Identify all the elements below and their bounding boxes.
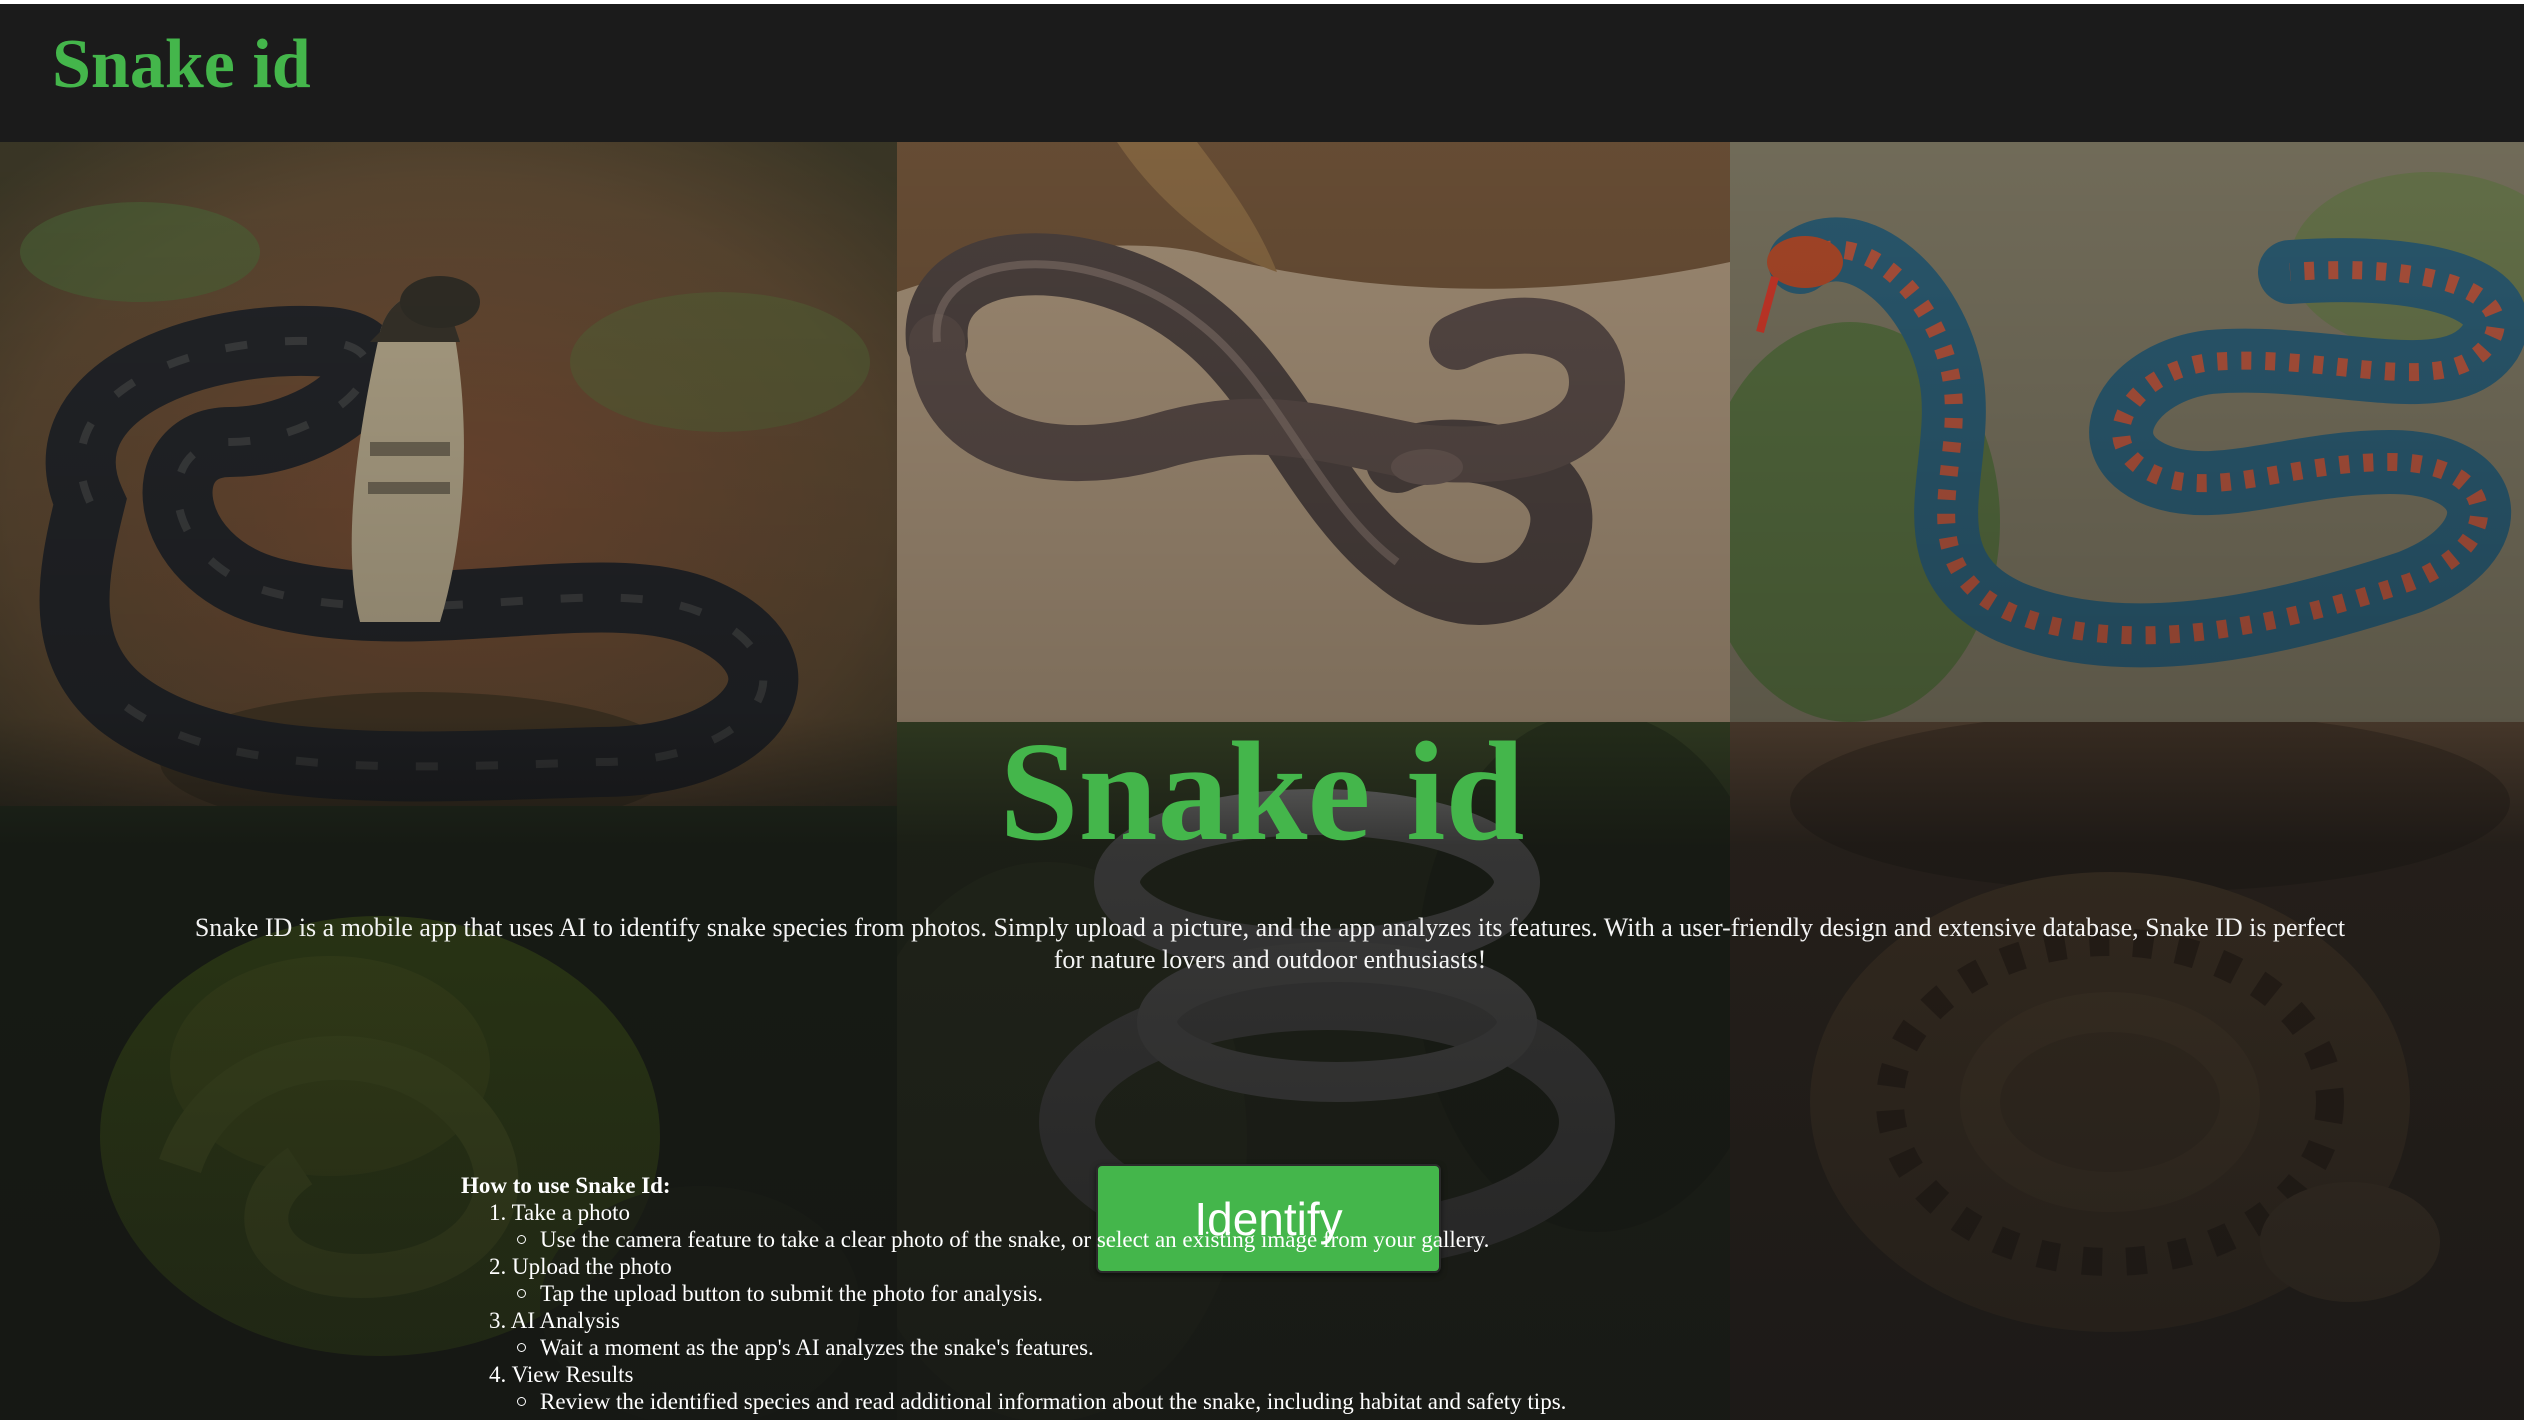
step-label: 2. Upload the photo	[489, 1254, 672, 1279]
steps-list: 1. Take a photo Use the camera feature t…	[489, 1199, 1566, 1415]
step-label: 3. AI Analysis	[489, 1308, 620, 1333]
hero-description: Snake ID is a mobile app that uses AI to…	[194, 913, 2346, 974]
step-detail: Tap the upload button to submit the phot…	[516, 1280, 1566, 1307]
step-detail: Use the camera feature to take a clear p…	[516, 1226, 1566, 1253]
step-detail: Wait a moment as the app's AI analyzes t…	[516, 1334, 1566, 1361]
brand-logo-text[interactable]: Snake id	[52, 30, 311, 100]
step-detail: Review the identified species and read a…	[516, 1389, 1567, 1414]
step-item: 3. AI Analysis Wait a moment as the app'…	[489, 1307, 1566, 1361]
step-item: 1. Take a photo Use the camera feature t…	[489, 1199, 1566, 1253]
step-item: 2. Upload the photo Tap the upload butto…	[489, 1253, 1566, 1307]
step-label: 1. Take a photo	[489, 1200, 631, 1225]
how-to-section: How to use Snake Id: 1. Take a photo Use…	[461, 1172, 1566, 1415]
step-item: 4. View Results Review the identified sp…	[489, 1361, 1566, 1415]
step-label: 4. View Results	[489, 1362, 634, 1387]
hero-title: Snake id	[999, 712, 1525, 870]
hero-section: Snake id Snake ID is a mobile app that u…	[0, 142, 2524, 1420]
navbar: Snake id	[0, 4, 2524, 142]
how-to-title: How to use Snake Id:	[461, 1173, 671, 1198]
